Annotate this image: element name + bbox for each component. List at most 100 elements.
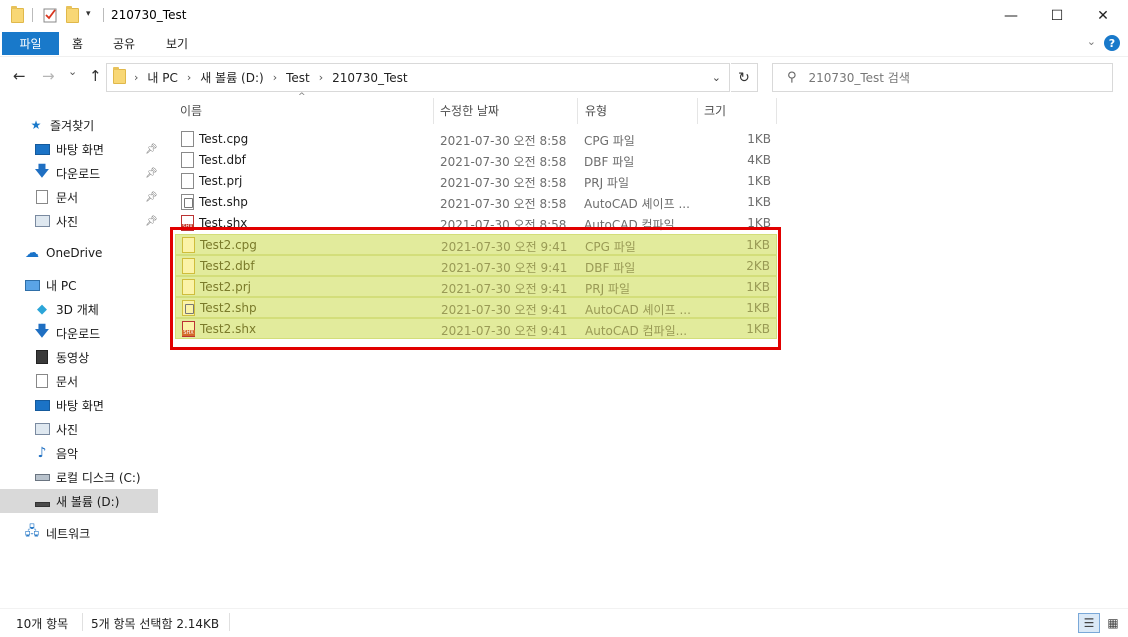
separator bbox=[32, 8, 33, 22]
nav-label: 즐겨찾기 bbox=[50, 118, 95, 133]
nav-onedrive[interactable]: ☁ OneDrive bbox=[0, 241, 158, 265]
nav-music[interactable]: ♪ 음악 bbox=[0, 441, 158, 465]
file-type: PRJ 파일 bbox=[584, 176, 630, 190]
tab-file[interactable]: 파일 bbox=[2, 32, 59, 55]
sort-ascending-icon: ^ bbox=[298, 92, 306, 102]
document-icon bbox=[181, 152, 194, 168]
large-icons-view-icon[interactable]: ▦ bbox=[1102, 613, 1124, 633]
pin-icon[interactable]: 📌︎ bbox=[145, 144, 158, 155]
file-row[interactable]: Test.shp 2021-07-30 오전 8:58 AutoCAD 셰이프 … bbox=[175, 192, 777, 213]
column-divider[interactable] bbox=[433, 98, 434, 124]
search-input[interactable]: ⚲ 210730_Test 검색 bbox=[772, 63, 1113, 92]
maximize-button[interactable]: ☐ bbox=[1034, 0, 1080, 32]
customize-toolbar-icon[interactable]: ▾ bbox=[86, 9, 91, 19]
nav-label: 다운로드 bbox=[56, 326, 101, 341]
nav-documents[interactable]: 문서 bbox=[0, 369, 158, 393]
file-name: Test.prj bbox=[199, 174, 243, 188]
file-size: 1KB bbox=[747, 174, 771, 188]
folder-icon bbox=[11, 6, 24, 23]
status-bar: 10개 항목 5개 항목 선택함 2.14KB ☰ ▦ bbox=[0, 608, 1128, 637]
column-header-date[interactable]: 수정한 날짜 bbox=[440, 100, 499, 120]
nav-pictures[interactable]: 사진 bbox=[0, 417, 158, 441]
nav-local-disk-c[interactable]: 로컬 디스크 (C:) bbox=[0, 465, 158, 489]
tab-share[interactable]: 공유 bbox=[98, 32, 150, 55]
nav-quick-access[interactable]: ★ 즐겨찾기 bbox=[0, 113, 158, 137]
address-bar[interactable]: › 내 PC › 새 볼륨 (D:) › Test › 210730_Test … bbox=[106, 63, 730, 92]
nav-downloads-pinned[interactable]: 🡇 다운로드 📌︎ bbox=[0, 161, 158, 185]
pin-icon[interactable]: 📌︎ bbox=[145, 216, 158, 227]
new-folder-icon[interactable] bbox=[66, 6, 79, 23]
column-header-type[interactable]: 유형 bbox=[585, 100, 607, 120]
nav-volume-d[interactable]: 새 볼륨 (D:) bbox=[0, 489, 158, 513]
document-icon bbox=[181, 131, 194, 147]
nav-label: OneDrive bbox=[46, 246, 103, 260]
minimize-button[interactable]: — bbox=[988, 0, 1034, 32]
column-header-name[interactable]: 이름 bbox=[180, 100, 202, 120]
nav-documents-pinned[interactable]: 문서 📌︎ bbox=[0, 185, 158, 209]
nav-label: 바탕 화면 bbox=[56, 398, 104, 413]
file-date: 2021-07-30 오전 8:58 bbox=[440, 155, 567, 169]
nav-label: 문서 bbox=[56, 374, 79, 389]
close-button[interactable]: ✕ bbox=[1080, 0, 1126, 32]
chevron-right-icon[interactable]: › bbox=[319, 71, 323, 84]
nav-this-pc[interactable]: 내 PC bbox=[0, 273, 158, 297]
help-icon[interactable]: ? bbox=[1104, 35, 1120, 51]
pictures-icon bbox=[34, 422, 50, 436]
nav-videos[interactable]: 동영상 bbox=[0, 345, 158, 369]
column-header-size[interactable]: 크기 bbox=[704, 100, 726, 120]
nav-label: 음악 bbox=[56, 446, 79, 461]
refresh-button[interactable]: ↻ bbox=[731, 63, 758, 92]
status-divider bbox=[229, 613, 230, 631]
file-row[interactable]: Test.dbf 2021-07-30 오전 8:58 DBF 파일 4KB bbox=[175, 150, 777, 171]
pin-icon[interactable]: 📌︎ bbox=[145, 192, 158, 203]
breadcrumb-this-pc[interactable]: 내 PC bbox=[147, 69, 177, 86]
tab-view[interactable]: 보기 bbox=[151, 32, 203, 55]
chevron-right-icon[interactable]: › bbox=[273, 71, 277, 84]
forward-button[interactable]: → bbox=[42, 67, 55, 85]
file-size: 4KB bbox=[747, 153, 771, 167]
breadcrumb-test[interactable]: Test bbox=[286, 71, 310, 85]
computer-icon bbox=[24, 278, 40, 292]
pin-icon[interactable]: 📌︎ bbox=[145, 168, 158, 179]
chevron-right-icon[interactable]: › bbox=[134, 71, 138, 84]
nav-3d-objects[interactable]: ◆ 3D 개체 bbox=[0, 297, 158, 321]
nav-network[interactable]: 🖧 네트워크 bbox=[0, 521, 158, 545]
file-size: 1KB bbox=[747, 195, 771, 209]
music-icon: ♪ bbox=[37, 445, 47, 461]
chevron-down-icon[interactable]: ⌄ bbox=[1087, 35, 1096, 48]
column-divider[interactable] bbox=[776, 98, 777, 124]
column-divider[interactable] bbox=[577, 98, 578, 124]
nav-downloads[interactable]: 🡇 다운로드 bbox=[0, 321, 158, 345]
file-row[interactable]: Test.cpg 2021-07-30 오전 8:58 CPG 파일 1KB bbox=[175, 129, 777, 150]
tab-home[interactable]: 홈 bbox=[57, 32, 98, 55]
nav-desktop[interactable]: 바탕 화면 bbox=[0, 393, 158, 417]
desktop-icon bbox=[34, 142, 50, 156]
up-button[interactable]: ↑ bbox=[89, 67, 102, 85]
file-type: CPG 파일 bbox=[584, 134, 635, 148]
recent-locations-button[interactable]: ⌄ bbox=[68, 65, 77, 78]
properties-icon[interactable] bbox=[43, 7, 57, 23]
breadcrumb-current[interactable]: 210730_Test bbox=[332, 71, 407, 85]
file-row[interactable]: Test.prj 2021-07-30 오전 8:58 PRJ 파일 1KB bbox=[175, 171, 777, 192]
video-icon bbox=[34, 350, 50, 364]
file-date: 2021-07-30 오전 8:58 bbox=[440, 197, 567, 211]
pictures-icon bbox=[34, 214, 50, 228]
file-date: 2021-07-30 오전 8:58 bbox=[440, 176, 567, 190]
nav-pictures-pinned[interactable]: 사진 📌︎ bbox=[0, 209, 158, 233]
nav-desktop-pinned[interactable]: 바탕 화면 📌︎ bbox=[0, 137, 158, 161]
nav-label: 3D 개체 bbox=[56, 302, 99, 317]
nav-label: 다운로드 bbox=[56, 166, 101, 181]
download-icon: 🡇 bbox=[34, 321, 50, 340]
nav-label: 사진 bbox=[56, 422, 79, 437]
chevron-right-icon[interactable]: › bbox=[187, 71, 191, 84]
breadcrumb-drive-d[interactable]: 새 볼륨 (D:) bbox=[200, 69, 263, 86]
document-icon bbox=[34, 190, 50, 204]
column-divider[interactable] bbox=[697, 98, 698, 124]
chevron-down-icon[interactable]: ⌄ bbox=[712, 71, 721, 84]
status-divider bbox=[82, 613, 83, 631]
cube-icon: ◆ bbox=[37, 301, 47, 317]
file-name: Test.shp bbox=[199, 195, 248, 209]
file-name: Test.cpg bbox=[199, 132, 249, 146]
back-button[interactable]: ← bbox=[13, 67, 26, 85]
details-view-icon[interactable]: ☰ bbox=[1078, 613, 1100, 633]
